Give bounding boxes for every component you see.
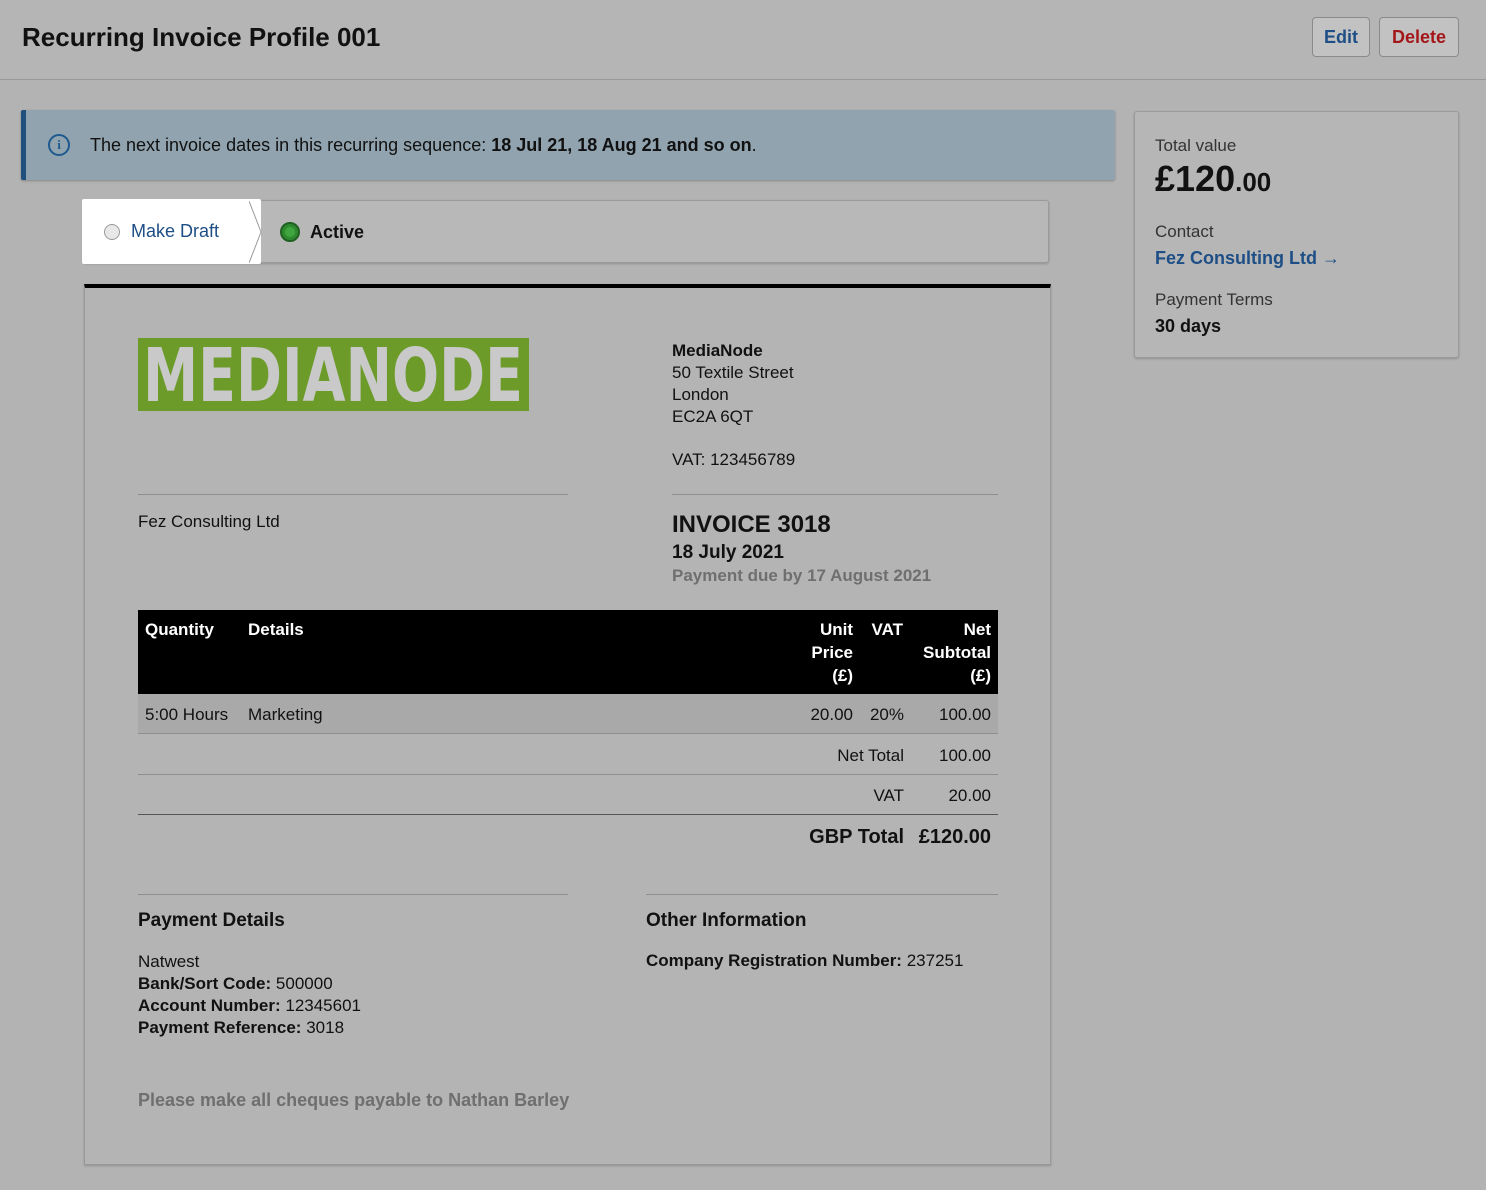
net-total-value: 100.00 [939,746,991,765]
make-draft-label[interactable]: Make Draft [131,221,219,242]
sender-street: 50 Textile Street [672,363,794,382]
invoice-number: INVOICE 3018 [672,511,831,538]
summary-panel: Total value £120.00 Contact Fez Consulti… [1134,111,1459,358]
payment-terms-label: Payment Terms [1155,290,1273,309]
registration-label: Company Registration Number: [646,951,902,970]
contact-label: Contact [1155,222,1214,241]
cell-details: Marketing [248,705,323,724]
invoice-date: 18 July 2021 [672,542,784,563]
sender-city: London [672,385,729,404]
svg-text:MEDIANODE: MEDIANODE [143,338,523,411]
edit-button[interactable]: Edit [1312,17,1370,57]
other-information-title: Other Information [646,910,807,931]
top-bar: Recurring Invoice Profile 001 Edit Delet… [0,0,1486,80]
col-net-line: Net [963,620,991,639]
sort-code-label: Bank/Sort Code: [138,974,272,993]
reference-line: Payment Reference: 3018 [138,1017,361,1039]
contact-link[interactable]: Fez Consulting Ltd → [1155,248,1340,269]
account-label: Account Number: [138,996,281,1015]
cell-net: 100.00 [939,705,991,724]
sender-postcode: EC2A 6QT [672,407,754,426]
cell-vat: 20% [869,705,904,724]
status-steps: Make Draft Active [82,199,1049,264]
total-value-pence: .00 [1235,167,1272,197]
info-banner: i The next invoice dates in this recurri… [21,110,1115,180]
chevron-divider-icon [249,201,262,263]
registration-value: 237251 [906,951,964,970]
total-value: £120.00 [1155,158,1271,200]
gbp-total-value: £120.00 [918,826,991,848]
gbp-total-row: GBP Total £120.00 [138,816,998,856]
logo-wordmark: MEDIANODE [143,338,523,411]
sender-address: MediaNode 50 Textile Street London EC2A … [672,340,795,471]
payment-details: Natwest Bank/Sort Code: 500000 Account N… [138,951,361,1039]
divider [138,894,568,895]
active-step: Active [280,201,364,263]
reference-label: Payment Reference: [138,1018,302,1037]
cell-quantity: 5:00 Hours [145,705,229,724]
company-logo: MEDIANODE [138,338,529,411]
net-total-label: Net Total [837,746,904,765]
banner-suffix: . [751,134,757,155]
sender-vat: VAT: 123456789 [672,450,796,469]
total-value-label: Total value [1155,136,1237,155]
col-unit-price-line: Price [811,643,853,662]
banner-text: The next invoice dates in this recurring… [90,135,757,156]
total-value-main: £120 [1155,158,1236,199]
col-quantity: Quantity [145,620,214,639]
sender-name: MediaNode [672,341,763,360]
col-details: Details [248,620,304,639]
active-label: Active [310,221,365,242]
delete-button[interactable]: Delete [1379,17,1459,57]
account-line: Account Number: 12345601 [138,995,361,1017]
invoice-preview: MEDIANODE MediaNode 50 Textile Street Lo… [84,284,1051,1165]
sort-code-value: 500000 [275,974,333,993]
col-unit-price: Unit Price (£) [811,618,853,687]
divider [646,894,998,895]
col-unit-price-line: (£) [832,666,853,685]
banner-prefix: The next invoice dates in this recurring… [90,134,492,155]
col-net-line: Subtotal [923,643,991,662]
make-draft-step[interactable]: Make Draft [82,199,261,264]
reference-value: 3018 [306,1018,345,1037]
invoice-due: Payment due by 17 August 2021 [672,566,932,585]
info-icon: i [48,134,70,156]
company-registration: Company Registration Number: 237251 [646,951,963,971]
divider [138,494,568,495]
net-total-row: Net Total 100.00 [138,735,998,775]
gbp-total-label: GBP Total [809,826,904,848]
payment-details-title: Payment Details [138,910,285,931]
account-value: 12345601 [285,996,361,1015]
vat-label: VAT [873,786,904,805]
vat-value: 20.00 [948,786,991,805]
cheques-note: Please make all cheques payable to Natha… [138,1090,570,1110]
active-radio-icon [280,222,300,242]
page-title: Recurring Invoice Profile 001 [22,22,381,52]
draft-radio[interactable] [104,223,120,240]
line-items-header: Quantity Details Unit Price (£) VAT Net … [138,610,998,694]
payment-terms-value: 30 days [1155,316,1222,336]
col-vat: VAT [871,620,903,639]
recipient-name: Fez Consulting Ltd [138,512,280,531]
col-net-subtotal: Net Subtotal (£) [923,618,991,687]
banner-dates: 18 Jul 21, 18 Aug 21 and so on [491,134,752,155]
bank-name: Natwest [138,952,200,971]
sort-code-line: Bank/Sort Code: 500000 [138,973,361,995]
table-row: 5:00 Hours Marketing 20.00 20% 100.00 [138,694,998,734]
col-net-line: (£) [970,666,991,685]
vat-row: VAT 20.00 [138,775,998,815]
col-unit-price-line: Unit [819,620,853,639]
divider [672,494,998,495]
cell-unit-price: 20.00 [810,705,853,724]
